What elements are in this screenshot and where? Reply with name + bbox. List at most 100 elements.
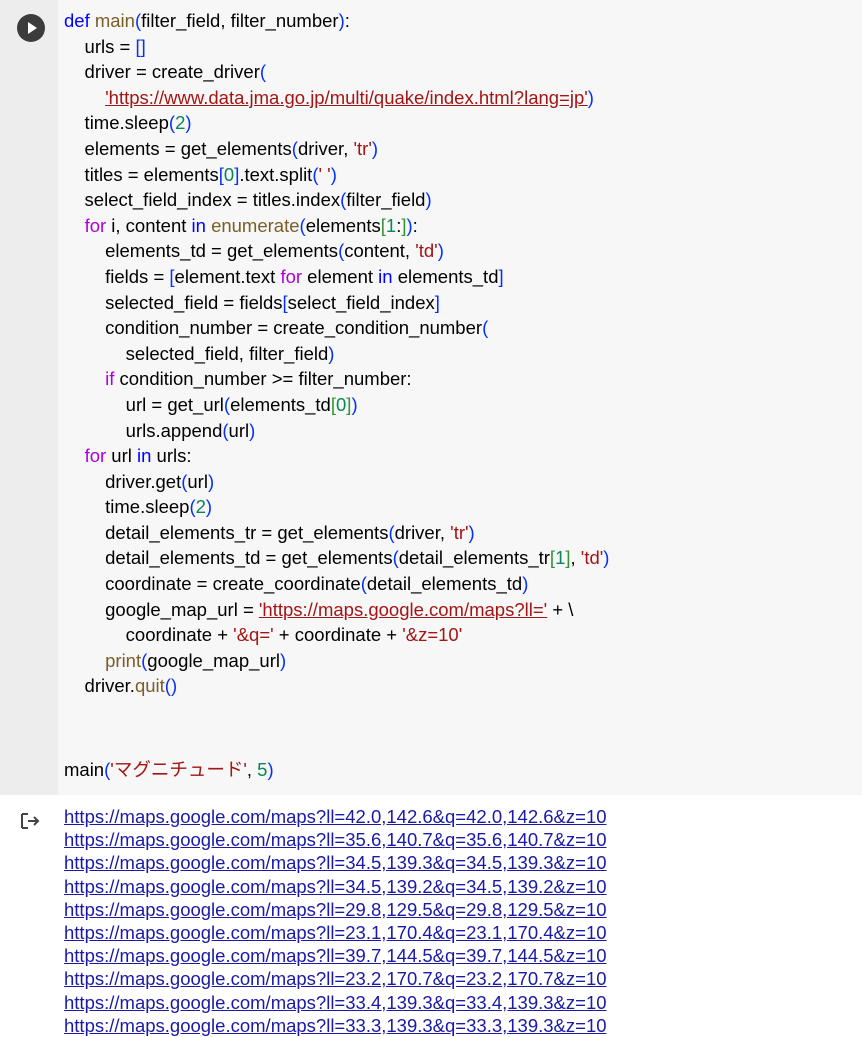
- code-token: ): [330, 163, 337, 185]
- code-token: elements_td = get_elements: [64, 240, 339, 262]
- code-line: def main(filter_field, filter_number):: [64, 8, 854, 34]
- code-token: select_field_index = titles.index: [64, 189, 341, 211]
- code-token: i, content: [106, 214, 192, 236]
- code-token: google_map_url =: [64, 598, 259, 620]
- main-call-line[interactable]: main('マグニチュード', 5): [64, 757, 274, 782]
- code-token: 'マグニチュード': [110, 759, 247, 780]
- code-cell[interactable]: def main(filter_field, filter_number): u…: [0, 0, 862, 795]
- code-token: urls =: [64, 35, 136, 57]
- output-link[interactable]: https://maps.google.com/maps?ll=23.2,170…: [64, 967, 607, 990]
- code-token: ): [371, 137, 379, 159]
- code-line: detail_elements_td = get_elements(detail…: [64, 545, 854, 571]
- code-token: create_driver: [151, 61, 260, 83]
- code-token: ): [207, 470, 215, 492]
- code-token: detail_elements_td: [366, 573, 523, 595]
- code-line: elements = get_elements(driver, 'tr'): [64, 136, 854, 162]
- code-token: detail_elements_td = get_elements: [64, 547, 393, 569]
- code-token: elements: [305, 214, 381, 236]
- code-token: 'tr': [450, 521, 469, 543]
- code-line: coordinate = create_coordinate(detail_el…: [64, 571, 854, 597]
- code-token: time.sleep: [64, 112, 169, 134]
- code-token: coordinate +: [64, 624, 234, 646]
- code-token: content,: [344, 240, 416, 262]
- output-redirect-icon: [21, 813, 40, 829]
- code-token: driver =: [64, 61, 152, 83]
- code-token: element: [302, 265, 379, 287]
- code-line: driver = create_driver(: [64, 59, 854, 85]
- code-token: 'https://www.data.jma.go.jp/multi/quake/…: [105, 86, 588, 108]
- code-token: url: [187, 470, 208, 492]
- code-token: 5: [257, 759, 268, 780]
- code-token: titles = elements: [64, 163, 219, 185]
- code-line: google_map_url = 'https://maps.google.co…: [64, 597, 854, 623]
- code-token: condition_number >= filter_number:: [114, 368, 412, 390]
- code-token: filter_field: [346, 189, 426, 211]
- code-token: in: [378, 265, 393, 287]
- cell-gutter: [0, 0, 58, 795]
- code-token: detail_elements_tr = get_elements: [64, 521, 389, 543]
- code-line: 'https://www.data.jma.go.jp/multi/quake/…: [64, 85, 854, 111]
- code-token: url = get_url: [64, 393, 224, 415]
- code-token: :: [344, 10, 350, 31]
- code-token: if: [105, 368, 115, 390]
- run-cell-button[interactable]: [17, 14, 45, 42]
- code-token: '&z=10': [402, 624, 463, 646]
- code-token: enumerate: [211, 214, 300, 236]
- code-line: fields = [element.text for element in el…: [64, 264, 854, 290]
- code-token: url: [228, 419, 250, 441]
- code-token: .text.split: [239, 163, 313, 185]
- code-line: selected_field, filter_field): [64, 341, 854, 367]
- code-token: 2: [195, 496, 206, 518]
- code-line: elements_td = get_elements(content, 'td'…: [64, 238, 854, 264]
- code-token: selected_field = fields: [64, 291, 283, 313]
- code-token: + \: [547, 598, 574, 620]
- output-link[interactable]: https://maps.google.com/maps?ll=33.4,139…: [64, 991, 607, 1014]
- code-token: 0: [336, 393, 347, 415]
- output-link[interactable]: https://maps.google.com/maps?ll=35.6,140…: [64, 828, 607, 851]
- code-token: (: [482, 317, 489, 339]
- code-editor[interactable]: def main(filter_field, filter_number): u…: [64, 8, 854, 699]
- code-token: condition_number = create_condition_numb…: [64, 317, 483, 339]
- code-line: titles = elements[0].text.split(' '): [64, 162, 854, 188]
- code-line: time.sleep(2): [64, 110, 854, 136]
- output-link[interactable]: https://maps.google.com/maps?ll=34.5,139…: [64, 851, 607, 874]
- code-token: 1: [555, 547, 566, 569]
- code-line: driver.get(url): [64, 469, 854, 495]
- code-token: ): [185, 112, 192, 134]
- output-link[interactable]: https://maps.google.com/maps?ll=33.3,139…: [64, 1014, 607, 1037]
- code-line: detail_elements_tr = get_elements(driver…: [64, 520, 854, 546]
- code-token: url: [106, 445, 137, 467]
- code-line: print(google_map_url): [64, 648, 854, 674]
- output-link[interactable]: https://maps.google.com/maps?ll=42.0,142…: [64, 805, 607, 828]
- code-token: coordinate = create_coordinate: [64, 573, 361, 595]
- code-token: ): [603, 547, 610, 569]
- code-token: 0: [223, 163, 235, 185]
- code-line: for url in urls:: [64, 443, 854, 469]
- output-link[interactable]: https://maps.google.com/maps?ll=23.1,170…: [64, 921, 607, 944]
- output-link[interactable]: https://maps.google.com/maps?ll=39.7,144…: [64, 944, 607, 967]
- code-token: detail_elements_tr: [398, 547, 550, 569]
- code-line: urls.append(url): [64, 418, 854, 444]
- code-token: for: [84, 445, 107, 467]
- code-token: select_field_index: [287, 291, 435, 313]
- code-token: selected_field, filter_field: [64, 342, 329, 364]
- code-token: for: [84, 214, 107, 236]
- code-token: []: [135, 35, 146, 57]
- code-token: main: [94, 10, 135, 31]
- code-token: print: [105, 649, 142, 671]
- output-link[interactable]: https://maps.google.com/maps?ll=34.5,139…: [64, 875, 607, 898]
- output-lines: https://maps.google.com/maps?ll=42.0,142…: [64, 805, 607, 1037]
- code-token: elements_td: [230, 393, 331, 415]
- code-token: for: [280, 265, 303, 287]
- code-token: in: [191, 214, 206, 236]
- code-token: in: [137, 445, 152, 467]
- code-token: (): [164, 675, 178, 697]
- code-token: ): [328, 342, 335, 364]
- output-link[interactable]: https://maps.google.com/maps?ll=29.8,129…: [64, 898, 607, 921]
- code-token: + coordinate +: [273, 624, 403, 646]
- code-line: for i, content in enumerate(elements[1:]…: [64, 213, 854, 239]
- code-token: 'https://maps.google.com/maps?ll=': [258, 598, 548, 620]
